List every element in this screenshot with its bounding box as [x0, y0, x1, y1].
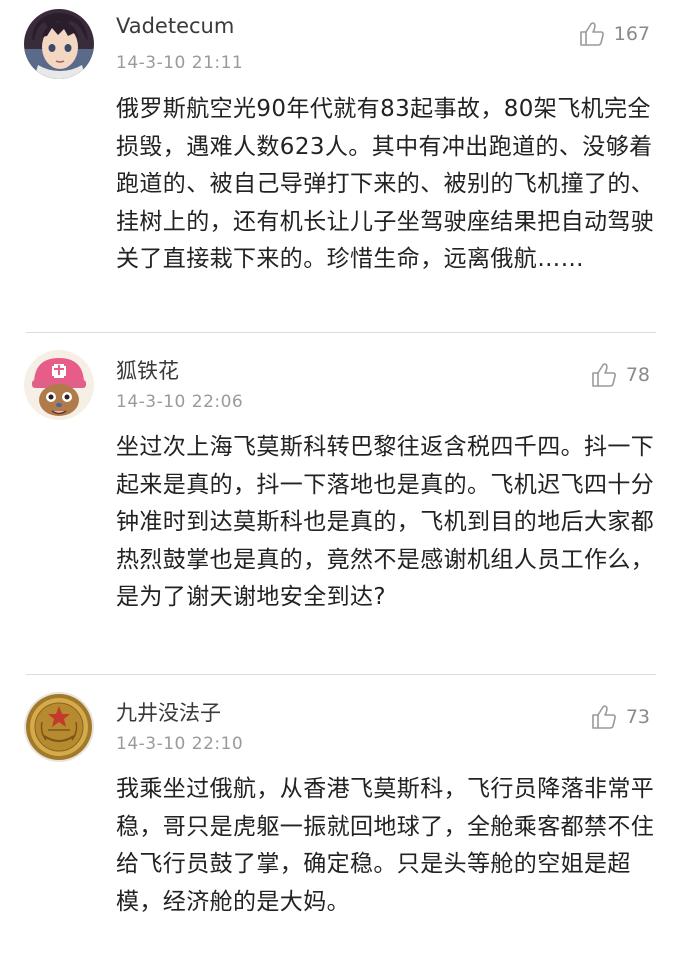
comment-item: 九井没法子 14-3-10 22:10 73 我乘坐过俄航，从香港飞莫斯科，飞行… [0, 676, 680, 971]
thumbs-up-icon [590, 703, 618, 731]
timestamp: 14-3-10 22:10 [116, 734, 244, 754]
comment-text: 坐过次上海飞莫斯科转巴黎往返含税四千四。抖一下起来是真的，抖一下落地也是真的。飞… [116, 434, 655, 610]
avatar-image [24, 350, 94, 420]
username[interactable]: 狐铁花 [116, 355, 179, 385]
like-button[interactable]: 73 [590, 703, 650, 731]
thumbs-up-icon [578, 20, 606, 48]
thumbs-up-icon [590, 361, 618, 389]
comment-text: 俄罗斯航空光90年代就有83起事故，80架飞机完全损毁，遇难人数623人。其中有… [116, 96, 655, 272]
username[interactable]: 九井没法子 [116, 697, 221, 727]
divider [26, 674, 656, 675]
like-button[interactable]: 167 [578, 20, 650, 48]
like-count: 78 [625, 364, 650, 386]
username[interactable]: Vadetecum [116, 14, 234, 38]
like-count: 167 [613, 23, 650, 45]
divider [26, 332, 656, 333]
comment-item: Vadetecum 14-3-10 21:11 167 俄罗斯航空光90年代就有… [0, 0, 680, 332]
like-button[interactable]: 78 [590, 361, 650, 389]
chopper-cartoon-avatar-icon[interactable] [24, 350, 94, 420]
timestamp: 14-3-10 22:06 [116, 392, 244, 412]
anime-character-avatar-icon[interactable] [24, 9, 94, 79]
comment-item: 狐铁花 14-3-10 22:06 78 坐过次上海飞莫斯科转巴黎往返含税四千四… [0, 334, 680, 674]
like-count: 73 [625, 706, 650, 728]
avatar-image [24, 9, 94, 79]
comment-text: 我乘坐过俄航，从香港飞莫斯科，飞行员降落非常平稳，哥只是虎躯一振就回地球了，全舱… [116, 776, 655, 915]
avatar-image [24, 692, 94, 762]
timestamp: 14-3-10 21:11 [116, 53, 244, 73]
gold-medal-avatar-icon[interactable] [24, 692, 94, 762]
